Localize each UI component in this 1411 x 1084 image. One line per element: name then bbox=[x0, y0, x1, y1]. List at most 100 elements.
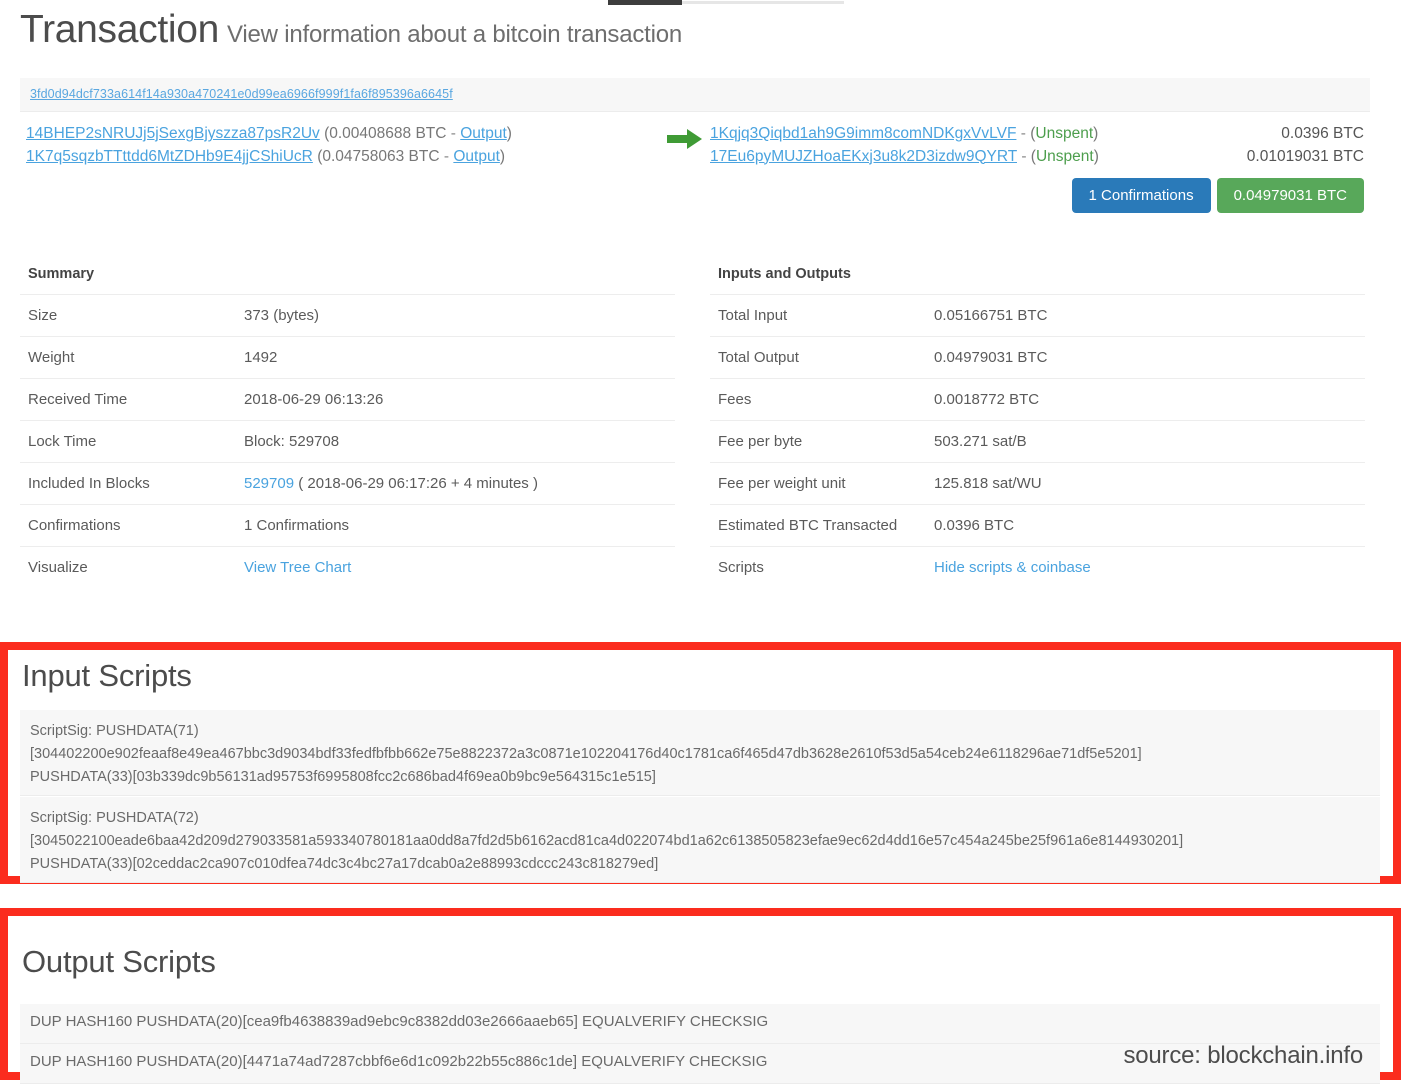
input-scripts-highlight-box: Input Scripts ScriptSig: PUSHDATA(71) [3… bbox=[0, 642, 1401, 884]
input-output-link[interactable]: Output bbox=[453, 148, 500, 165]
table-row: Total Input 0.05166751 BTC bbox=[710, 294, 1365, 337]
input-address-link[interactable]: 1K7q5sqzbTTttdd6MtZDHb9E4jjCShiUcR bbox=[26, 148, 313, 165]
script-sig-hex: [304402200e902feaaf8e49ea467bbc3d9034bdf… bbox=[30, 746, 1142, 762]
row-value: Hide scripts & coinbase bbox=[926, 547, 1365, 589]
row-key: Received Time bbox=[20, 378, 236, 421]
input-output-link[interactable]: Output bbox=[460, 125, 507, 142]
input-close-paren: ) bbox=[499, 147, 506, 165]
summary-panel: Summary Size 373 (bytes) Weight 1492 Rec… bbox=[20, 254, 675, 588]
table-header-row: Inputs and Outputs bbox=[710, 254, 1365, 295]
row-key: Estimated BTC Transacted bbox=[710, 504, 926, 547]
output-address-row: 17Eu6pyMUJZHoaEKxj3u8k2D3izdw9QYRT - (Un… bbox=[710, 146, 1099, 169]
table-row: Fee per byte 503.271 sat/B bbox=[710, 420, 1365, 463]
row-value: 0.04979031 BTC bbox=[926, 336, 1365, 379]
row-value: 0.0396 BTC bbox=[926, 504, 1365, 547]
row-value: 125.818 sat/WU bbox=[926, 462, 1365, 505]
top-nav-strip bbox=[608, 0, 844, 5]
view-tree-chart-link[interactable]: View Tree Chart bbox=[244, 559, 351, 576]
output-address-link[interactable]: 1Kqjq3Qiqbd1ah9G9imm8comNDKgxVvLVF bbox=[710, 125, 1016, 142]
script-sig-label: ScriptSig: PUSHDATA(71) bbox=[30, 723, 199, 739]
row-key: Total Output bbox=[710, 336, 926, 379]
row-key: Size bbox=[20, 294, 236, 337]
output-scripts-title: Output Scripts bbox=[22, 944, 216, 979]
table-row: Total Output 0.04979031 BTC bbox=[710, 336, 1365, 379]
row-key: Fees bbox=[710, 378, 926, 421]
script-sig-hex: [3045022100eade6baa42d209d279033581a5933… bbox=[30, 833, 1184, 849]
row-key: Weight bbox=[20, 336, 236, 379]
transaction-hash-bar: 3fd0d94dcf733a614f14a930a470241e0d99ea69… bbox=[20, 78, 1370, 112]
table-row: Scripts Hide scripts & coinbase bbox=[710, 547, 1365, 589]
input-address-link[interactable]: 14BHEP2sNRUJj5jSexgBjyszza87psR2Uv bbox=[26, 125, 320, 142]
row-value: 2018-06-29 06:13:26 bbox=[236, 378, 675, 421]
nav-inactive-segment bbox=[682, 1, 844, 4]
source-attribution: source: blockchain.info bbox=[1123, 1042, 1363, 1069]
confirmations-badge[interactable]: 1 Confirmations bbox=[1071, 178, 1211, 213]
output-amount: 0.01019031 BTC bbox=[1246, 147, 1364, 165]
output-amount-list: 0.0396 BTC 0.01019031 BTC bbox=[1247, 123, 1364, 168]
input-address-list: 14BHEP2sNRUJj5jSexgBjyszza87psR2Uv (0.00… bbox=[26, 123, 512, 168]
row-key: Fee per weight unit bbox=[710, 462, 926, 505]
block-height-link[interactable]: 529709 bbox=[244, 475, 294, 492]
table-row: Estimated BTC Transacted 0.0396 BTC bbox=[710, 504, 1365, 547]
input-script-block: ScriptSig: PUSHDATA(72) [3045022100eade6… bbox=[20, 797, 1380, 883]
arrow-right-icon bbox=[665, 128, 705, 150]
row-value: 1492 bbox=[236, 336, 675, 379]
input-address-row: 14BHEP2sNRUJj5jSexgBjyszza87psR2Uv (0.00… bbox=[26, 123, 512, 146]
row-key: Scripts bbox=[718, 559, 764, 576]
row-value: 0.0018772 BTC bbox=[926, 378, 1365, 421]
output-script-row: DUP HASH160 PUSHDATA(20)[cea9fb4638839ad… bbox=[20, 1004, 1380, 1044]
input-amount: 0.00408688 BTC bbox=[329, 125, 447, 142]
page-title: Transaction View information about a bitc… bbox=[20, 8, 682, 52]
row-key: Fee per byte bbox=[710, 420, 926, 463]
row-key: Confirmations bbox=[20, 504, 236, 547]
row-value: Block: 529708 bbox=[236, 420, 675, 463]
input-dash: - bbox=[443, 147, 450, 165]
total-btc-badge[interactable]: 0.04979031 BTC bbox=[1216, 178, 1364, 213]
script-pubkey-hex: PUSHDATA(33)[03b339dc9b56131ad95753f6995… bbox=[30, 769, 656, 785]
script-pubkey-hex: PUSHDATA(33)[02ceddac2ca907c010dfea74dc3… bbox=[30, 856, 659, 872]
summary-header: Summary bbox=[20, 254, 675, 295]
page-title-subtitle: View information about a bitcoin transac… bbox=[227, 21, 683, 48]
input-dash: - bbox=[450, 125, 456, 142]
input-close-paren: ) bbox=[506, 125, 512, 142]
row-key: Included In Blocks bbox=[20, 462, 236, 505]
table-row: Included In Blocks 529709 ( 2018-06-29 0… bbox=[20, 462, 675, 505]
table-row: Fees 0.0018772 BTC bbox=[710, 378, 1365, 421]
row-value: 503.271 sat/B bbox=[926, 420, 1365, 463]
table-row: Received Time 2018-06-29 06:13:26 bbox=[20, 378, 675, 421]
transaction-badges: 1 Confirmations 0.04979031 BTC bbox=[1071, 178, 1364, 213]
input-address-row: 1K7q5sqzbTTttdd6MtZDHb9E4jjCShiUcR (0.04… bbox=[26, 146, 512, 169]
row-key: Visualize bbox=[28, 559, 88, 576]
output-close-paren: ) bbox=[1093, 125, 1099, 142]
table-header-row: Summary bbox=[20, 254, 675, 295]
transaction-hash-link[interactable]: 3fd0d94dcf733a614f14a930a470241e0d99ea69… bbox=[30, 87, 453, 101]
table-row: Visualize View Tree Chart bbox=[20, 547, 675, 589]
table-row: Size 373 (bytes) bbox=[20, 294, 675, 337]
row-value: 529709 ( 2018-06-29 06:17:26 + 4 minutes… bbox=[236, 462, 675, 505]
row-key: Lock Time bbox=[20, 420, 236, 463]
inputs-outputs-band: 14BHEP2sNRUJj5jSexgBjyszza87psR2Uv (0.00… bbox=[20, 120, 1370, 230]
page-title-main: Transaction bbox=[20, 8, 220, 51]
input-scripts-title: Input Scripts bbox=[22, 658, 192, 693]
hide-scripts-link[interactable]: Hide scripts & coinbase bbox=[934, 559, 1091, 576]
row-value: 373 (bytes) bbox=[236, 294, 675, 337]
output-dash: - bbox=[1020, 125, 1026, 142]
output-status: Unspent bbox=[1035, 147, 1094, 165]
inputs-outputs-panel: Inputs and Outputs Total Input 0.0516675… bbox=[710, 254, 1365, 588]
input-script-block: ScriptSig: PUSHDATA(71) [304402200e902fe… bbox=[20, 710, 1380, 796]
nav-active-segment bbox=[608, 0, 682, 5]
table-row: Lock Time Block: 529708 bbox=[20, 420, 675, 463]
row-key: Total Input bbox=[710, 294, 926, 337]
output-amount: 0.0396 BTC bbox=[1281, 125, 1364, 142]
output-address-list: 1Kqjq3Qiqbd1ah9G9imm8comNDKgxVvLVF - (Un… bbox=[710, 123, 1099, 168]
output-close-paren: ) bbox=[1093, 147, 1099, 165]
output-address-row: 1Kqjq3Qiqbd1ah9G9imm8comNDKgxVvLVF - (Un… bbox=[710, 123, 1099, 146]
output-address-link[interactable]: 17Eu6pyMUJZHoaEKxj3u8k2D3izdw9QYRT bbox=[710, 148, 1017, 165]
row-value: View Tree Chart bbox=[236, 547, 675, 589]
table-row: Confirmations 1 Confirmations bbox=[20, 504, 675, 547]
summary-table: Summary Size 373 (bytes) Weight 1492 Rec… bbox=[20, 254, 675, 588]
inputs-outputs-header: Inputs and Outputs bbox=[710, 254, 1365, 295]
row-value: 1 Confirmations bbox=[236, 504, 675, 547]
table-row: Fee per weight unit 125.818 sat/WU bbox=[710, 462, 1365, 505]
output-status: Unspent bbox=[1035, 125, 1094, 142]
